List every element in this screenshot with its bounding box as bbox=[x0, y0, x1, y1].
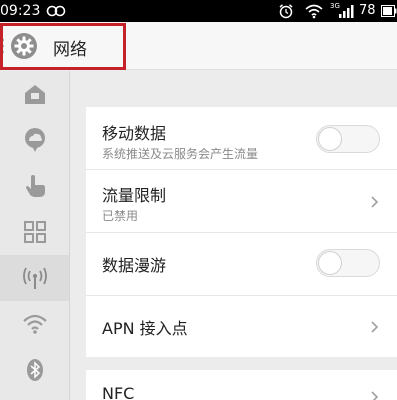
toggle-knob bbox=[318, 251, 342, 275]
mobile-data-title: 移动数据 bbox=[102, 124, 167, 143]
chevron-right-icon bbox=[371, 321, 379, 333]
signal-strength-icon bbox=[339, 5, 354, 18]
grid-apps-icon bbox=[23, 221, 46, 243]
sidebar-item-bluetooth[interactable] bbox=[0, 347, 69, 393]
data-roaming-row[interactable]: 数据漫游 bbox=[86, 233, 397, 295]
apn-title: APN 接入点 bbox=[102, 319, 188, 338]
mobile-data-subtitle: 系统推送及云服务会产生流量 bbox=[102, 147, 259, 161]
mobile-data-toggle[interactable] bbox=[316, 125, 380, 153]
sidebar-item-apps[interactable] bbox=[0, 209, 69, 255]
wifi-status-icon bbox=[305, 4, 323, 19]
sidebar bbox=[0, 71, 70, 400]
settings-card: NFC bbox=[86, 370, 397, 400]
nfc-row[interactable]: NFC bbox=[86, 370, 397, 400]
chevron-right-icon bbox=[371, 196, 379, 208]
home-icon bbox=[24, 85, 45, 104]
traffic-limit-row[interactable]: 流量限制 已禁用 bbox=[86, 170, 397, 232]
wifi-icon bbox=[22, 314, 47, 334]
sidebar-item-gesture[interactable] bbox=[0, 163, 69, 209]
sync-rings-icon bbox=[46, 5, 66, 17]
data-roaming-toggle[interactable] bbox=[316, 249, 380, 277]
traffic-limit-title: 流量限制 bbox=[102, 186, 167, 205]
status-bar: 09:23 3G 78 bbox=[0, 0, 397, 22]
data-roaming-title: 数据漫游 bbox=[102, 256, 167, 275]
battery-level: 78 bbox=[359, 3, 376, 18]
bluetooth-icon bbox=[26, 359, 43, 381]
sidebar-item-wifi[interactable] bbox=[0, 301, 69, 347]
traffic-limit-subtitle: 已禁用 bbox=[102, 209, 139, 223]
cloud-chat-icon bbox=[24, 128, 45, 152]
status-time: 09:23 bbox=[0, 3, 41, 19]
chevron-right-icon bbox=[371, 391, 379, 400]
sidebar-item-cloud[interactable] bbox=[0, 117, 69, 163]
sidebar-item-home[interactable] bbox=[0, 71, 69, 117]
toggle-knob bbox=[318, 127, 342, 151]
apn-row[interactable]: APN 接入点 bbox=[86, 296, 397, 357]
settings-card: 移动数据 系统推送及云服务会产生流量 流量限制 已禁用 数据漫游 APN 接入点 bbox=[86, 107, 397, 357]
hand-pointer-icon bbox=[25, 175, 45, 197]
antenna-icon bbox=[22, 267, 47, 289]
sidebar-item-network[interactable] bbox=[0, 255, 69, 301]
nfc-title: NFC bbox=[102, 384, 135, 400]
mobile-data-row[interactable]: 移动数据 系统推送及云服务会产生流量 bbox=[86, 107, 397, 169]
battery-icon bbox=[381, 5, 397, 17]
highlight-box bbox=[0, 23, 126, 70]
alarm-icon bbox=[279, 4, 293, 19]
